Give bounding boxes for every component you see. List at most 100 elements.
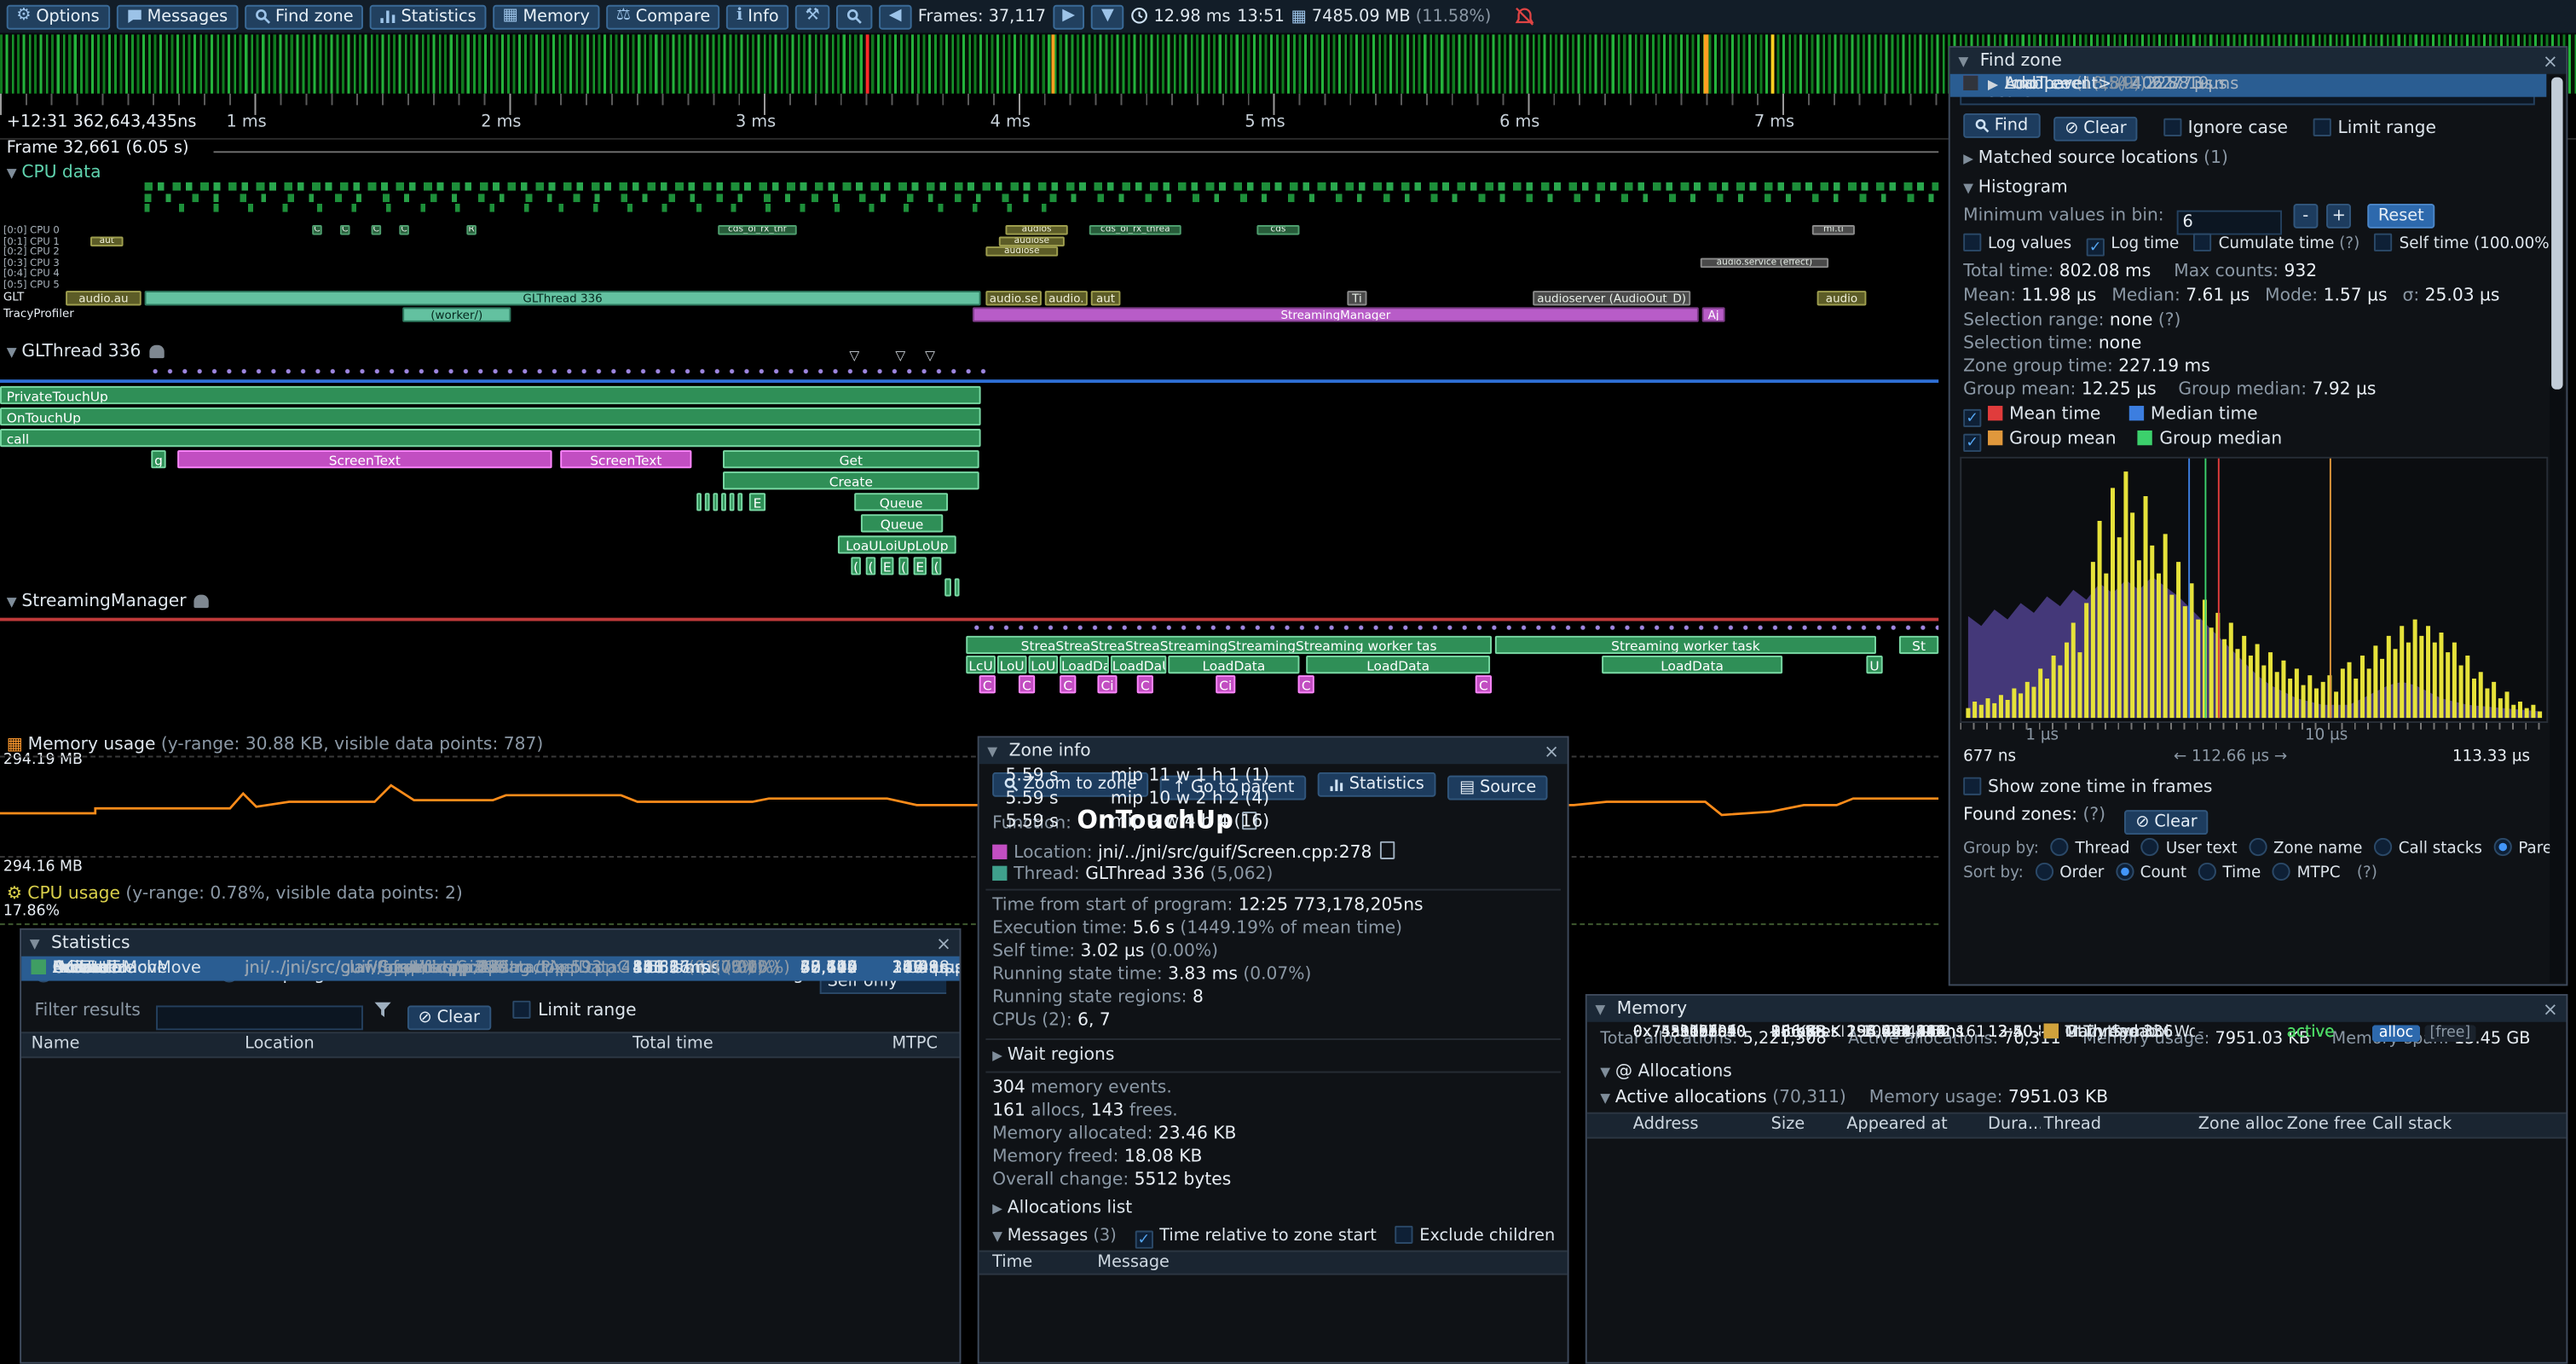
message-row[interactable]: 5.59 smip 9 w 4 h 4 (16) bbox=[992, 810, 1568, 833]
show-zone-time-checkbox[interactable]: Show zone time in frames bbox=[1963, 777, 2553, 797]
wait-regions-toggle[interactable]: ▶Wait regions bbox=[992, 1045, 1554, 1065]
close-icon[interactable]: × bbox=[2543, 50, 2558, 72]
timeline-zone[interactable]: Streaming worker task bbox=[1495, 636, 1876, 654]
timeline-zone[interactable]: Ci bbox=[1216, 675, 1235, 693]
histogram-toggle[interactable]: ▼Histogram bbox=[1963, 177, 2553, 197]
timeline-zone[interactable]: g bbox=[151, 450, 165, 468]
timeline-zone[interactable]: LoadData bbox=[1168, 656, 1299, 673]
min-bin-input[interactable] bbox=[2176, 211, 2281, 235]
timeline-zone[interactable]: ( bbox=[866, 557, 876, 575]
median-time-legend[interactable]: Median time bbox=[2129, 404, 2258, 424]
ignore-case-checkbox[interactable]: Ignore case bbox=[2163, 118, 2288, 138]
timeline-zone[interactable]: C bbox=[1298, 675, 1314, 693]
streaming-header[interactable]: ▼StreamingManager bbox=[7, 592, 210, 611]
sort-by-radio[interactable]: MTPC bbox=[2273, 864, 2341, 882]
message-row[interactable]: 5.59 smip 11 w 1 h 1 (1) bbox=[992, 764, 1568, 787]
cpu-zone[interactable]: GLThread 336 bbox=[145, 291, 981, 304]
group-by-radio[interactable]: Call stacks bbox=[2374, 840, 2482, 858]
group-median-legend[interactable]: Group median bbox=[2138, 429, 2282, 448]
timeline-zone[interactable] bbox=[713, 493, 718, 511]
timeline-zone[interactable]: E bbox=[749, 493, 765, 511]
clear-found-button[interactable]: ⊘Clear bbox=[2124, 810, 2209, 835]
timeline-zone[interactable] bbox=[737, 493, 742, 511]
filter-input[interactable] bbox=[156, 1006, 363, 1031]
cpu-usage-header[interactable]: ⚙ CPU usage (y-range: 0.78%, visible dat… bbox=[7, 884, 463, 904]
allocations-list-toggle[interactable]: ▶Allocations list bbox=[992, 1198, 1554, 1217]
zone-info-titlebar[interactable]: ▼Zone info× bbox=[979, 737, 1568, 764]
memory-button[interactable]: ▦Memory bbox=[493, 4, 600, 29]
cpu-zone[interactable]: aut bbox=[1091, 291, 1121, 304]
increment-button[interactable]: + bbox=[2326, 204, 2351, 228]
timeline-zone[interactable]: LoadData bbox=[1306, 656, 1490, 673]
limit-range-checkbox[interactable]: Limit range bbox=[513, 1001, 636, 1020]
found-zone-group-row[interactable]: ▶<no parent> (9) 225.73 µs bbox=[1950, 74, 2547, 96]
cpu-zone[interactable]: cds_ol_rx_threa bbox=[1089, 225, 1181, 235]
timeline-zone[interactable]: ( bbox=[932, 557, 942, 575]
messages-toggle[interactable]: ▼Messages (3) bbox=[992, 1228, 1117, 1246]
timeline-zone[interactable]: LoU bbox=[1028, 656, 1058, 673]
memory-titlebar[interactable]: ▼Memory× bbox=[1587, 996, 2567, 1022]
timeline-zone[interactable] bbox=[721, 493, 726, 511]
notifications-muted-icon[interactable] bbox=[1514, 7, 1533, 26]
cpu-zone[interactable]: TracyProfiler bbox=[3, 307, 102, 321]
funnel-icon[interactable] bbox=[375, 1003, 391, 1019]
next-frame-button[interactable]: ▶ bbox=[1053, 4, 1085, 29]
cpu-zone[interactable]: audio.se bbox=[985, 291, 1042, 304]
cpu-zone[interactable]: aut bbox=[90, 236, 124, 246]
timeline-zone[interactable]: call bbox=[0, 429, 981, 447]
statistics-button[interactable]: Statistics bbox=[370, 4, 486, 29]
log-time-checkbox[interactable]: ✓Log time bbox=[2087, 235, 2180, 253]
timeline-zone[interactable]: C bbox=[1137, 675, 1153, 693]
timeline-zone[interactable] bbox=[696, 493, 702, 511]
statistics-titlebar[interactable]: ▼Statistics× bbox=[21, 930, 959, 957]
self-time-checkbox[interactable]: Self time (100.00%) bbox=[2375, 235, 2553, 253]
frame-dropdown-button[interactable]: ▼ bbox=[1091, 4, 1123, 29]
cpu-zone[interactable]: audiose bbox=[985, 246, 1058, 257]
timeline-zone[interactable]: PrivateTouchUp bbox=[0, 386, 981, 404]
ghost-zones-icon[interactable] bbox=[149, 345, 164, 358]
timeline-zone[interactable]: C bbox=[1060, 675, 1076, 693]
close-icon[interactable]: × bbox=[1544, 740, 1559, 761]
info-button[interactable]: ℹInfo bbox=[726, 4, 788, 29]
timeline-zone[interactable]: LoadDaU bbox=[1060, 656, 1109, 673]
memory-usage-header[interactable]: ▦Memory usage (y-range: 30.88 KB, visibl… bbox=[7, 735, 544, 754]
cpu-zone[interactable]: audio. bbox=[1045, 291, 1088, 304]
message-dots[interactable] bbox=[145, 367, 990, 377]
zone-time-histogram[interactable] bbox=[1960, 457, 2548, 723]
timeline-zone[interactable]: LcU bbox=[966, 656, 996, 673]
timeline-zone[interactable]: ScreenText bbox=[177, 450, 552, 468]
cpu-zone[interactable]: C bbox=[399, 225, 409, 235]
cpu-zone[interactable]: cds bbox=[1256, 225, 1299, 235]
glthread-header[interactable]: ▼GLThread 336 bbox=[7, 342, 165, 361]
goto-search-button[interactable] bbox=[836, 4, 872, 29]
matched-locations-toggle[interactable]: ▶Matched source locations (1) bbox=[1963, 147, 2553, 167]
cpu-zone[interactable]: audio.service (effect) bbox=[1701, 257, 1828, 268]
cpu-zone[interactable]: R bbox=[466, 225, 477, 235]
cpu-zone[interactable]: GLT bbox=[3, 291, 56, 304]
copy-icon[interactable] bbox=[1380, 841, 1395, 859]
timeline-zone[interactable]: Queue bbox=[861, 514, 943, 532]
reset-button[interactable]: Reset bbox=[2366, 204, 2435, 228]
cpu-zone[interactable]: Ti bbox=[1347, 291, 1366, 304]
ghost-zones-icon[interactable] bbox=[194, 595, 209, 608]
cpu-zone[interactable]: C bbox=[340, 225, 350, 235]
timeline-zone[interactable]: C bbox=[1019, 675, 1035, 693]
find-zone-titlebar[interactable]: ▼Find zone× bbox=[1950, 48, 2567, 74]
cpu-zone[interactable]: Aj bbox=[1702, 307, 1725, 321]
cpu-data-header[interactable]: ▼CPU data bbox=[7, 163, 101, 182]
options-button[interactable]: ⚙Options bbox=[7, 4, 110, 29]
statistics-table-header[interactable]: Name Location Total time Counts ▼ MTPC bbox=[21, 1032, 959, 1058]
alloc-callstack-button[interactable]: alloc bbox=[2372, 1026, 2420, 1042]
cpu-zone[interactable]: cds_ol_rx_thr bbox=[718, 225, 797, 235]
message-dots[interactable] bbox=[966, 622, 1938, 633]
timeline-zone[interactable]: Create bbox=[723, 471, 979, 489]
allocation-row[interactable]: 0x7553b9fbf0 16 bytes 296,661,186ns 13:5… bbox=[1587, 1022, 2567, 1046]
find-zone-button[interactable]: Find zone bbox=[244, 4, 363, 29]
timeline-zone[interactable] bbox=[705, 493, 710, 511]
timeline-zone[interactable]: ( bbox=[898, 557, 909, 575]
timeline-zone[interactable]: C bbox=[979, 675, 996, 693]
decrement-button[interactable]: - bbox=[2293, 204, 2318, 228]
active-allocations-toggle[interactable]: ▼Active allocations (70,311)Memory usage… bbox=[1600, 1088, 2553, 1107]
statistics-table-row[interactable]: Unload jni/../jni/src/claw/graphics/pixe… bbox=[21, 957, 959, 981]
clear-filter-button[interactable]: ⊘Clear bbox=[407, 1006, 491, 1031]
